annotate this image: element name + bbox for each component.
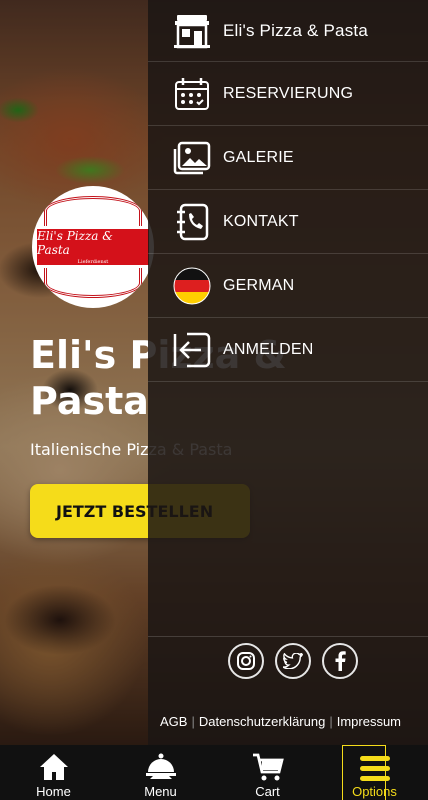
login-icon — [172, 330, 212, 370]
nav-options[interactable]: Options — [321, 745, 428, 800]
facebook-icon[interactable] — [322, 643, 358, 679]
drawer-item-label: ANMELDEN — [223, 340, 314, 358]
drawer-item-login[interactable]: ANMELDEN — [148, 318, 428, 382]
divider — [148, 636, 428, 637]
drawer-item-label: GERMAN — [223, 276, 295, 294]
german-flag-icon — [172, 266, 212, 306]
twitter-icon[interactable] — [275, 643, 311, 679]
logo-ornament — [44, 196, 142, 226]
dish-icon — [144, 746, 178, 782]
imprint-link[interactable]: Impressum — [337, 714, 401, 729]
drawer-item-label: Eli's Pizza & Pasta — [223, 20, 368, 40]
separator: | — [191, 714, 195, 729]
calendar-icon — [172, 74, 212, 114]
nav-cart[interactable]: Cart — [214, 745, 321, 800]
side-drawer: Eli's Pizza & Pasta RESERVIERUNG GALERIE… — [148, 0, 428, 745]
nav-label: Cart — [255, 784, 280, 799]
separator: | — [329, 714, 333, 729]
drawer-item-label: RESERVIERUNG — [223, 84, 354, 102]
nav-label: Menu — [144, 784, 177, 799]
logo-text: Eli's Pizza & Pasta — [37, 229, 113, 257]
nav-label: Home — [36, 784, 71, 799]
logo-subtext: Lieferdienst — [77, 259, 109, 265]
instagram-icon[interactable] — [228, 643, 264, 679]
social-links — [148, 643, 428, 679]
drawer-item-gallery[interactable]: GALERIE — [148, 126, 428, 190]
bottom-nav: Home Menu Cart Options — [0, 745, 428, 800]
cart-icon — [252, 746, 284, 782]
drawer-item-label: GALERIE — [223, 148, 294, 166]
drawer-item-language[interactable]: GERMAN — [148, 254, 428, 318]
home-icon — [38, 746, 70, 782]
drawer-item-contact[interactable]: KONTAKT — [148, 190, 428, 254]
nav-home[interactable]: Home — [0, 745, 107, 800]
gallery-icon — [172, 138, 212, 178]
contact-book-icon — [172, 202, 212, 242]
drawer-item-reservation[interactable]: RESERVIERUNG — [148, 62, 428, 126]
agb-link[interactable]: AGB — [160, 714, 187, 729]
active-indicator — [342, 745, 386, 800]
logo-band: Eli's Pizza & Pasta Lieferdienst — [37, 227, 149, 267]
footer-links: AGB | Datenschutzerklärung | Impressum — [160, 714, 418, 729]
drawer-item-label: KONTAKT — [223, 212, 299, 230]
restaurant-icon — [172, 11, 212, 51]
restaurant-logo: Eli's Pizza & Pasta Lieferdienst — [32, 186, 154, 308]
drawer-item-home[interactable]: Eli's Pizza & Pasta — [148, 0, 428, 62]
logo-ornament — [44, 268, 142, 298]
nav-menu[interactable]: Menu — [107, 745, 214, 800]
privacy-link[interactable]: Datenschutzerklärung — [199, 714, 325, 729]
